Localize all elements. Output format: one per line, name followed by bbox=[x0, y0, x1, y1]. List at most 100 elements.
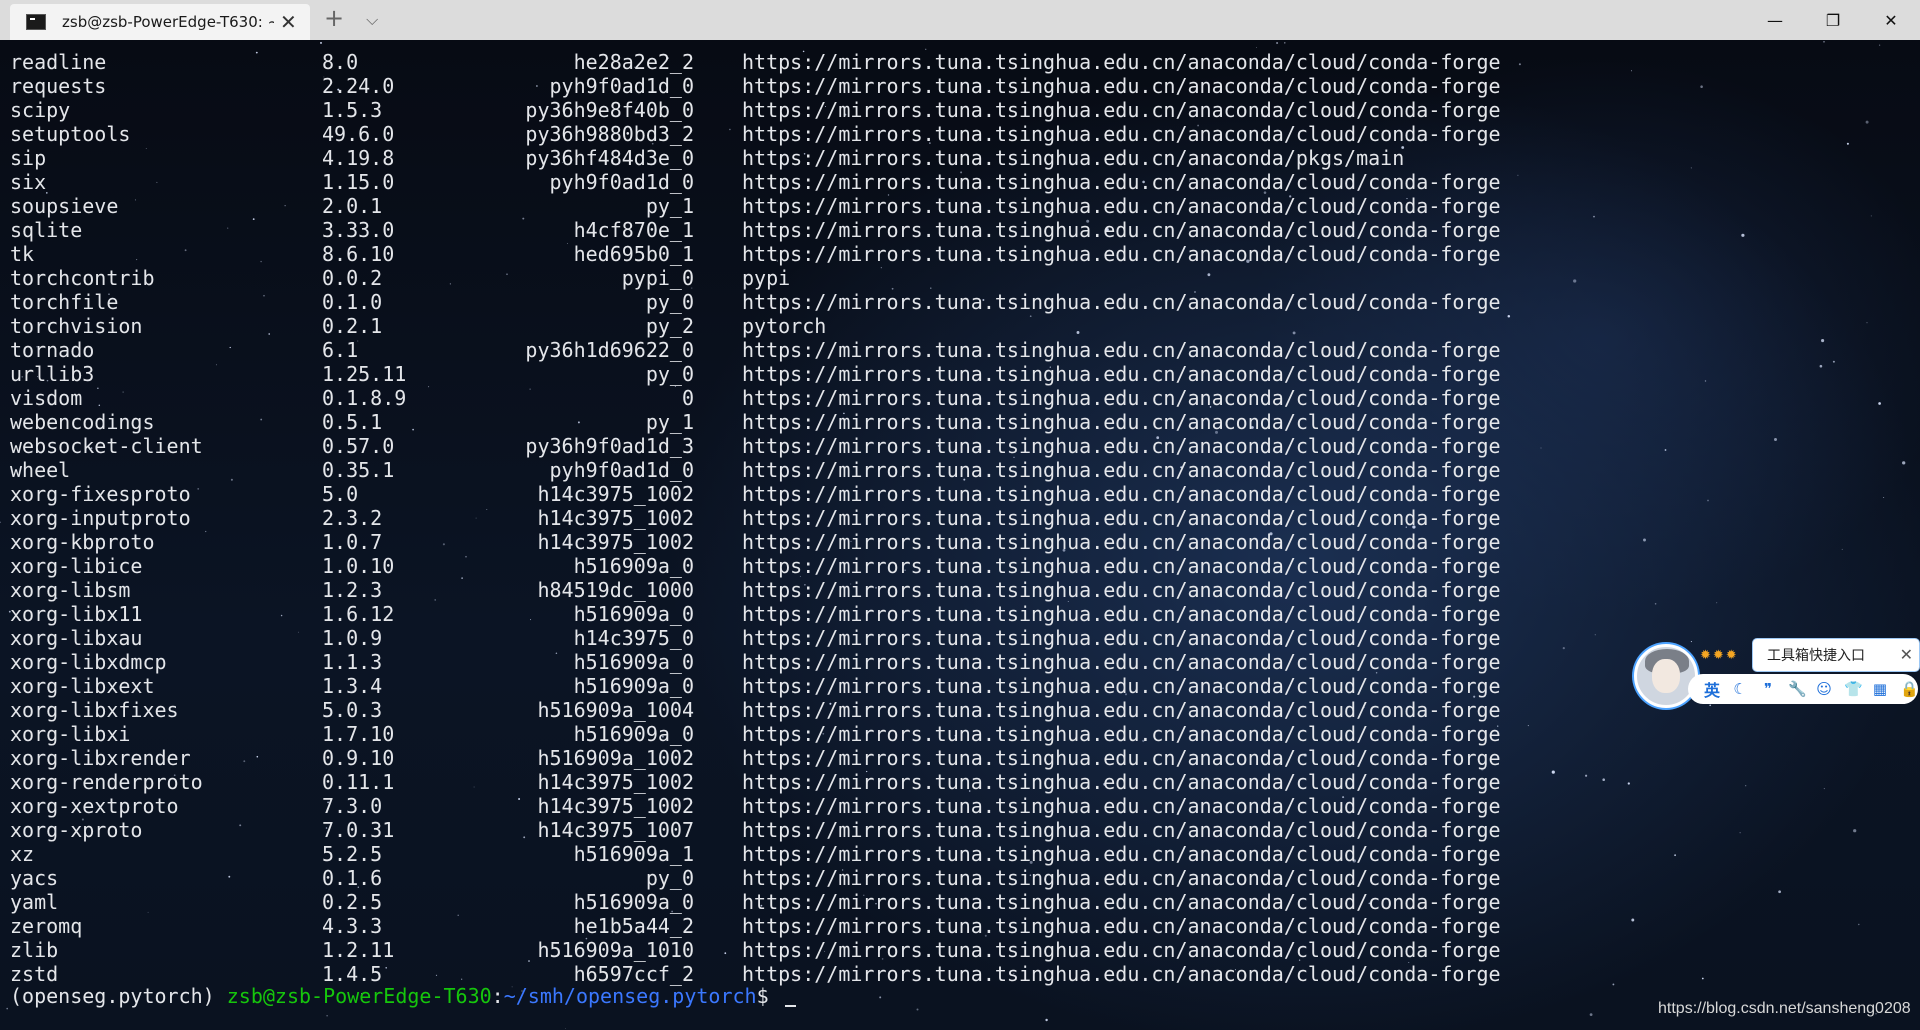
package-row: sqlite 3.33.0 h4cf870e_1 https://mirrors.tu… bbox=[0, 218, 1920, 242]
prompt-symbol: $ bbox=[756, 984, 781, 1008]
package-name: wheel bbox=[10, 458, 71, 482]
star bbox=[1045, 1018, 1048, 1022]
avatar[interactable] bbox=[1634, 644, 1698, 708]
night-mode-icon[interactable]: ☾ bbox=[1732, 680, 1748, 698]
close-window-button[interactable]: ✕ bbox=[1862, 0, 1920, 40]
star bbox=[6, 1007, 8, 1010]
package-name: xorg-xextproto bbox=[10, 794, 179, 818]
terminal-tab[interactable]: zsb@zsb-PowerEdge-T630: ~/si ✕ bbox=[10, 4, 310, 40]
package-row: requests 2.24.0 pyh9f0ad1d_0 https://mirror… bbox=[0, 74, 1920, 98]
package-build: h14c3975_1002 bbox=[537, 530, 694, 554]
star bbox=[564, 1028, 566, 1030]
punctuation-icon[interactable]: ❞ bbox=[1760, 680, 1776, 698]
prompt-path: ~/smh/openseg.pytorch bbox=[503, 984, 757, 1008]
package-row: zstd 1.4.5 h6597ccf_2 https://mirrors.tuna.… bbox=[0, 962, 1920, 986]
package-name: xorg-libxdmcp bbox=[10, 650, 167, 674]
package-name: sip bbox=[10, 146, 47, 170]
package-channel: https://mirrors.tuna.tsinghua.edu.cn/ana… bbox=[742, 242, 1501, 266]
package-channel: https://mirrors.tuna.tsinghua.edu.cn/ana… bbox=[742, 482, 1501, 506]
package-row: webencodings 0.5.1 py_1 https://mirrors.tun… bbox=[0, 410, 1920, 434]
package-version: 3.33.0 bbox=[322, 218, 395, 242]
package-channel: https://mirrors.tuna.tsinghua.edu.cn/ana… bbox=[742, 578, 1501, 602]
package-row: xorg-libice 1.0.10 h516909a_0 https://mirro… bbox=[0, 554, 1920, 578]
package-version: 7.3.0 bbox=[322, 794, 383, 818]
package-build: h516909a_1 bbox=[573, 842, 694, 866]
package-version: 1.25.11 bbox=[322, 362, 407, 386]
package-version: 0.1.6 bbox=[322, 866, 383, 890]
emoji-icon[interactable]: ☺ bbox=[1816, 680, 1832, 698]
tab-close-icon[interactable]: ✕ bbox=[280, 10, 297, 34]
package-version: 4.3.3 bbox=[322, 914, 383, 938]
package-row: xz 5.2.5 h516909a_1 https://mirrors.tuna.ts… bbox=[0, 842, 1920, 866]
package-name: xorg-inputproto bbox=[10, 506, 191, 530]
package-row: tornado 6.1 py36h1d69622_0 https://mirrors.… bbox=[0, 338, 1920, 362]
package-version: 8.6.10 bbox=[322, 242, 395, 266]
package-name: xorg-libxrender bbox=[10, 746, 191, 770]
package-build: h14c3975_0 bbox=[573, 626, 694, 650]
package-channel: https://mirrors.tuna.tsinghua.edu.cn/ana… bbox=[742, 698, 1501, 722]
package-channel: https://mirrors.tuna.tsinghua.edu.cn/ana… bbox=[742, 194, 1501, 218]
package-channel: https://mirrors.tuna.tsinghua.edu.cn/ana… bbox=[742, 794, 1501, 818]
package-channel: https://mirrors.tuna.tsinghua.edu.cn/ana… bbox=[742, 146, 1405, 170]
package-version: 1.2.3 bbox=[322, 578, 383, 602]
package-name: websocket-client bbox=[10, 434, 203, 458]
ime-language-toggle[interactable]: 英 bbox=[1704, 677, 1720, 701]
package-row: yacs 0.1.6 py_0 https://mirrors.tuna.tsingh… bbox=[0, 866, 1920, 890]
package-row: xorg-xextproto 7.3.0 h14c3975_1002 https://… bbox=[0, 794, 1920, 818]
package-channel: https://mirrors.tuna.tsinghua.edu.cn/ana… bbox=[742, 938, 1501, 962]
lock-icon[interactable]: 🔒 bbox=[1900, 680, 1919, 698]
package-build: h14c3975_1002 bbox=[537, 794, 694, 818]
package-build: py36h9f0ad1d_3 bbox=[525, 434, 694, 458]
package-row: xorg-libsm 1.2.3 h84519dc_1000 https://mirr… bbox=[0, 578, 1920, 602]
package-channel: pypi bbox=[742, 266, 791, 290]
package-row: scipy 1.5.3 py36h9e8f40b_0 https://mirrors.… bbox=[0, 98, 1920, 122]
package-channel: https://mirrors.tuna.tsinghua.edu.cn/ana… bbox=[742, 338, 1501, 362]
package-row: xorg-libxdmcp 1.1.3 h516909a_0 https://mirr… bbox=[0, 650, 1920, 674]
package-version: 0.1.8.9 bbox=[322, 386, 407, 410]
ime-level-stars: ✹✹✹ bbox=[1700, 648, 1739, 663]
package-build: py_2 bbox=[645, 314, 694, 338]
prompt-colon: : bbox=[491, 984, 504, 1008]
package-channel: https://mirrors.tuna.tsinghua.edu.cn/ana… bbox=[742, 458, 1501, 482]
maximize-button[interactable]: ❐ bbox=[1804, 0, 1862, 40]
prompt-user-host: zsb@zsb-PowerEdge-T630 bbox=[226, 984, 492, 1008]
package-name: xorg-libice bbox=[10, 554, 143, 578]
tooltip-close-icon[interactable]: ✕ bbox=[1900, 645, 1913, 664]
package-row: setuptools 49.6.0 py36h9880bd3_2 https://mi… bbox=[0, 122, 1920, 146]
toolbox-grid-icon[interactable]: ▦ bbox=[1872, 680, 1888, 698]
package-row: torchcontrib 0.0.2 pypi_0 pypi bbox=[0, 266, 1920, 290]
package-name: yacs bbox=[10, 866, 59, 890]
package-version: 1.2.11 bbox=[322, 938, 395, 962]
wrench-icon[interactable]: 🔧 bbox=[1788, 680, 1807, 698]
tab-dropdown-button[interactable]: ⌵ bbox=[366, 10, 378, 30]
package-channel: https://mirrors.tuna.tsinghua.edu.cn/ana… bbox=[742, 770, 1501, 794]
window-controls: — ❐ ✕ bbox=[1746, 0, 1920, 40]
package-name: yaml bbox=[10, 890, 59, 914]
package-version: 1.5.3 bbox=[322, 98, 383, 122]
package-row: torchvision 0.2.1 py_2 pytorch bbox=[0, 314, 1920, 338]
package-name: zeromq bbox=[10, 914, 83, 938]
package-version: 1.15.0 bbox=[322, 170, 395, 194]
package-build: h516909a_1004 bbox=[537, 698, 694, 722]
package-build: h14c3975_1007 bbox=[537, 818, 694, 842]
package-name: torchvision bbox=[10, 314, 143, 338]
package-name: xorg-libsm bbox=[10, 578, 131, 602]
package-build: py36h9e8f40b_0 bbox=[525, 98, 694, 122]
package-version: 5.0.3 bbox=[322, 698, 383, 722]
new-tab-button[interactable]: + bbox=[324, 4, 344, 32]
package-channel: https://mirrors.tuna.tsinghua.edu.cn/ana… bbox=[742, 674, 1501, 698]
skin-icon[interactable]: 👕 bbox=[1844, 680, 1863, 698]
minimize-button[interactable]: — bbox=[1746, 0, 1804, 40]
package-row: xorg-renderproto 0.11.1 h14c3975_1002 https… bbox=[0, 770, 1920, 794]
package-row: websocket-client 0.57.0 py36h9f0ad1d_3 http… bbox=[0, 434, 1920, 458]
package-channel: https://mirrors.tuna.tsinghua.edu.cn/ana… bbox=[742, 506, 1501, 530]
star bbox=[1284, 42, 1286, 44]
prompt-env: (openseg.pytorch) bbox=[10, 984, 227, 1008]
star bbox=[1823, 40, 1825, 43]
terminal-output[interactable]: readline 8.0 he28a2e2_2 https://mirrors.tun… bbox=[0, 40, 1920, 1030]
package-row: zeromq 4.3.3 he1b5a44_2 https://mirrors.tun… bbox=[0, 914, 1920, 938]
package-version: 0.2.5 bbox=[322, 890, 383, 914]
package-version: 0.35.1 bbox=[322, 458, 395, 482]
package-row: readline 8.0 he28a2e2_2 https://mirrors.tun… bbox=[0, 50, 1920, 74]
package-name: requests bbox=[10, 74, 107, 98]
